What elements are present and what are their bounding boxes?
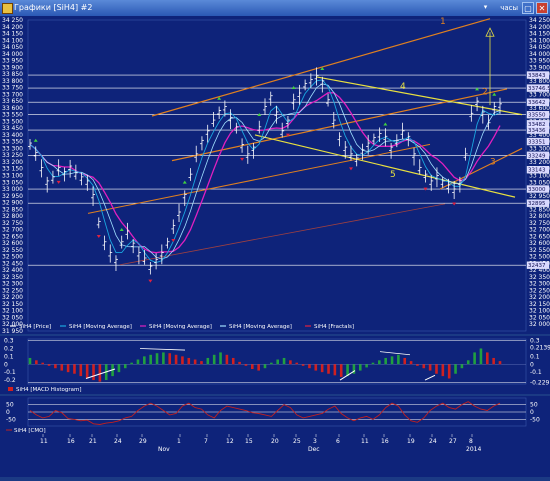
date-tick: 20: [271, 438, 279, 445]
cmo-pane[interactable]: 50 50 0 0 -50 -50 SiH4 [CMO]: [0, 396, 550, 434]
cmo-line: [29, 401, 501, 425]
macd-tick: -0.1: [4, 369, 16, 376]
date-axis-svg: 11 16 21 24 29 1 7 12 15 20 25 3 6 11 16 19 24 27 8 Nov Dec 2…: [40, 434, 481, 453]
price-label: 33436: [528, 128, 546, 134]
fractal-down-marker: [96, 234, 101, 238]
trend-line-4: [315, 76, 523, 116]
fractal-up-marker: [383, 122, 388, 126]
date-axis: 11 16 21 24 29 1 7 12 15 20 25 3 6 11 16 19 24 27 8 Nov Dec 2…: [0, 434, 550, 477]
fractal-up-marker: [291, 85, 296, 89]
window-titlebar: Графики [SiH4] #2 ▾ часы ▢ ✕: [0, 0, 550, 16]
fractal-up-marker: [492, 92, 497, 96]
legend-entry: SiH4 [Moving Average]: [229, 324, 292, 330]
macd-tick: -0.2: [4, 377, 16, 384]
macd-legend-swatch: [8, 387, 13, 391]
price-label: 33843: [528, 73, 546, 79]
price-label: 33550: [528, 113, 546, 119]
price-label: 33642: [528, 100, 546, 106]
wave-label: 4: [400, 82, 406, 92]
month-label: Nov: [158, 446, 170, 453]
price-label: 33351: [528, 140, 546, 146]
legend-entry: SiH4 [Fractals]: [314, 324, 354, 330]
fractal-down-marker: [348, 167, 353, 171]
macd-tick: 0.2: [4, 345, 14, 352]
date-tick: 27: [449, 438, 457, 445]
macd-tick: 0: [4, 361, 8, 368]
fractal-up-marker: [182, 180, 187, 184]
macd-chart: 0.30.20.10-0.1-0.20.30.21390.10-0.1-0.22…: [4, 338, 550, 393]
window-title: Графики [SiH4] #2: [14, 3, 93, 12]
timeframe-label[interactable]: часы: [500, 0, 518, 16]
date-tick: 16: [381, 438, 389, 445]
date-tick: 24: [429, 438, 437, 445]
macd-pane[interactable]: 0.3 0.2 0.1 0 -0.1 -0.2 0.3 0.2139 0.1 0 -0.1 -0.22…: [0, 336, 550, 394]
dropdown-icon[interactable]: ▾: [481, 3, 490, 12]
restore-button[interactable]: ▢: [522, 2, 534, 14]
macd-right-label: 0.2139: [530, 344, 550, 351]
fractal-down-marker: [56, 180, 61, 184]
fractal-down-marker: [452, 202, 457, 206]
legend-entry: SiH4 [Price]: [19, 324, 51, 330]
date-tick: 6: [336, 438, 340, 445]
macd-right-label: 0: [530, 361, 534, 368]
cmo-tick: -50: [6, 416, 16, 423]
date-tick: 3: [313, 438, 317, 445]
macd-divergence-line: [424, 374, 436, 381]
price-label: 32437: [528, 263, 546, 269]
wave-label: 2: [482, 87, 488, 97]
fractal-up-marker: [119, 227, 124, 231]
macd-divergence-line: [379, 351, 411, 356]
macd-divergence-line: [139, 348, 186, 351]
price-chart: 34 25034 20034 15034 10034 05034 00033 9…: [2, 17, 550, 334]
price-chart-pane[interactable]: 34 250 34 200 34 150 34 100 34 050 34 000 33 9…: [0, 16, 550, 334]
month-label: Dec: [308, 446, 320, 453]
date-tick: 12: [226, 438, 234, 445]
date-tick: 24: [114, 438, 122, 445]
fractal-up-marker: [33, 138, 38, 142]
trend-line-1: [151, 18, 491, 117]
cmo-tick-right: -50: [530, 416, 540, 423]
cmo-tick-right: 50: [530, 402, 538, 409]
wave-label: 5: [390, 170, 396, 180]
legend-entry: SiH4 [Moving Average]: [69, 324, 132, 330]
date-tick: 1: [177, 438, 181, 445]
cmo-tick: 50: [6, 402, 14, 409]
date-tick: 25: [293, 438, 301, 445]
cmo-tick: 0: [6, 409, 10, 416]
fractal-down-marker: [171, 239, 176, 243]
price-label: 33249: [528, 153, 546, 159]
fractal-down-marker: [148, 279, 153, 283]
date-tick: 29: [139, 438, 147, 445]
macd-legend: SiH4 [MACD Histogram]: [16, 387, 81, 393]
date-tick: 11: [40, 438, 48, 445]
app-icon: [2, 3, 13, 14]
price-label: 33143: [528, 168, 546, 174]
cmo-tick-right: 0: [530, 409, 534, 416]
cmo-chart: 50 500 0-50 -50SiH4 [CMO]: [6, 397, 540, 434]
wave-label: 3: [490, 158, 496, 168]
fractal-up-marker: [475, 87, 480, 91]
date-tick: 11: [361, 438, 369, 445]
macd-tick: 0.1: [4, 353, 14, 360]
date-tick: 19: [407, 438, 415, 445]
date-tick: 8: [469, 438, 473, 445]
price-label: 33000: [528, 187, 546, 193]
date-tick: 15: [245, 438, 253, 445]
close-button[interactable]: ✕: [536, 2, 548, 14]
macd-tick: 0.3: [4, 338, 14, 345]
date-tick: 21: [89, 438, 97, 445]
wave-label: 1: [440, 17, 446, 27]
price-label: 33746.5: [528, 86, 550, 92]
macd-right-label: 0.1: [530, 353, 540, 360]
legend-entry: SiH4 [Moving Average]: [149, 324, 212, 330]
date-tick: 7: [204, 438, 208, 445]
macd-right-label: -0.2291: [530, 379, 550, 386]
macd-right-label: -0.1: [530, 369, 542, 376]
date-tick: 16: [67, 438, 75, 445]
month-label: 2014: [466, 446, 481, 453]
fractal-down-marker: [240, 157, 245, 161]
price-tick-right: 32 000: [529, 321, 550, 328]
price-label: 32895: [528, 201, 546, 207]
